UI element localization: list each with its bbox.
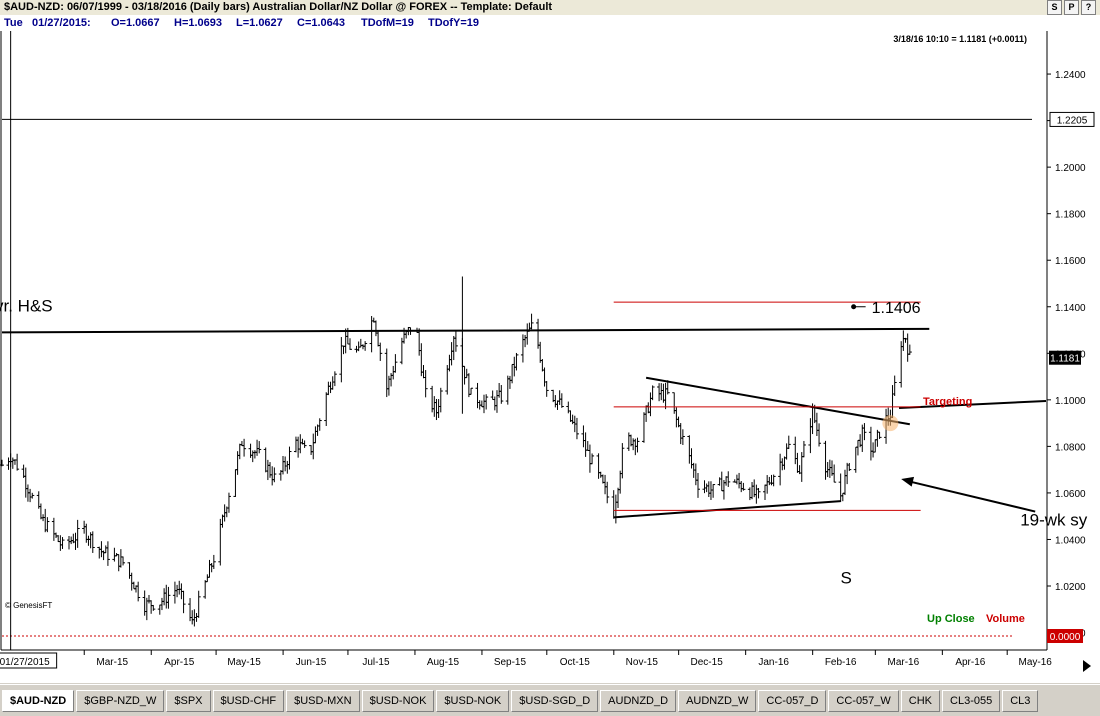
symbol-tabs: $AUD-NZD $GBP-NZD_W $SPX $USD-CHF $USD-MXN $U… [0, 684, 1100, 716]
time-tick-label: Dec-15 [691, 657, 724, 668]
titlebar-buttons: S P ? [1047, 0, 1096, 15]
crosshair-date-text: 01/27/2015 [0, 657, 50, 668]
symbol-tab[interactable]: AUDNZD_W [678, 689, 757, 712]
info-tdofy: TDofY=19 [428, 17, 480, 29]
symbol-tab[interactable]: $AUD-NZD [2, 689, 75, 712]
time-tick-label: Jul-15 [362, 657, 390, 668]
wedge-lower-line[interactable] [613, 500, 841, 519]
chart-area[interactable]: 1.1406 Targeting vr. H&S 19-wk sy S 3/18… [0, 31, 1100, 683]
arrow-head-icon [901, 476, 915, 487]
current-price-tag: 1.1181 [1049, 350, 1081, 365]
symbol-tab[interactable]: CL3-055 [942, 689, 1001, 712]
symbol-tab[interactable]: CC-057_D [758, 689, 827, 712]
price-tick-label: 1.0400 [1055, 535, 1086, 546]
symbol-tab[interactable]: CHK [900, 689, 941, 712]
crosshair-price-tag: 1.2205 [1049, 111, 1095, 127]
current-price-text: 1.1181 [1050, 354, 1080, 365]
time-tick-label: May-15 [227, 657, 261, 668]
time-tick-label: Apr-16 [955, 657, 985, 668]
crosshair-price-text: 1.2205 [1057, 115, 1088, 126]
legend-volume: Volume [986, 613, 1025, 625]
price-tick-label: 1.0600 [1055, 489, 1086, 500]
price-tick-label: 1.1400 [1055, 303, 1086, 314]
breakout-highlight [882, 415, 899, 432]
symbol-tab[interactable]: $USD-MXN [286, 689, 360, 712]
info-low: L=1.0627 [236, 17, 283, 29]
info-day: Tue [4, 17, 23, 29]
info-date: 01/27/2015: [32, 17, 91, 29]
bar-info-line: Tue 01/27/2015: O=1.0667 H=1.0693 L=1.06… [0, 15, 1100, 31]
s-button[interactable]: S [1047, 0, 1062, 15]
symbol-tab[interactable]: $USD-CHF [212, 689, 285, 712]
symbol-tab[interactable]: $USD-NOK [361, 689, 435, 712]
credit: © GenesisFT [5, 601, 52, 610]
symbol-tab[interactable]: AUDNZD_D [600, 689, 677, 712]
breakout-line[interactable] [898, 400, 1047, 409]
hs-label: vr. H&S [0, 296, 53, 315]
last-quote: 3/18/16 10:10 = 1.1181 (+0.0011) [893, 34, 1027, 44]
time-axis: 01/27/2015 Mar-15 Apr-15 May-15 Jun-15 Jul-15… [0, 650, 1053, 669]
price-chart[interactable]: 1.1406 Targeting vr. H&S 19-wk sy S 3/18… [0, 31, 1100, 683]
help-button[interactable]: ? [1081, 0, 1096, 15]
window-titlebar: $AUD-NZD: 06/07/1999 - 03/18/2016 (Daily… [0, 0, 1100, 16]
time-tick-label: Sep-15 [494, 657, 527, 668]
time-tick-label: Jan-16 [758, 657, 789, 668]
annotation-arrow[interactable] [906, 479, 1036, 513]
targeting-label: Targeting [923, 396, 972, 408]
time-tick-label: Apr-15 [164, 657, 194, 668]
price-tick-label: 1.2400 [1055, 70, 1086, 81]
symbol-tab[interactable]: $SPX [166, 689, 211, 712]
time-tick-label: Nov-15 [626, 657, 659, 668]
target-price-label: 1.1406 [872, 300, 921, 317]
info-tdofm: TDofM=19 [361, 17, 414, 29]
wedge-upper-line[interactable] [645, 376, 910, 426]
price-tick-label: 1.1000 [1055, 396, 1086, 407]
time-tick-label: Jun-15 [296, 657, 327, 668]
s-label: S [841, 569, 852, 588]
time-tick-label: Feb-16 [825, 657, 857, 668]
info-high: H=1.0693 [174, 17, 223, 29]
time-tick-label: Aug-15 [427, 657, 460, 668]
price-tick-label: 1.2000 [1055, 163, 1086, 174]
time-tick-label: Oct-15 [560, 657, 590, 668]
symbol-tab[interactable]: CL3 [1002, 689, 1039, 712]
neckline[interactable] [1, 327, 930, 334]
time-tick-label: May-16 [1019, 657, 1053, 668]
price-tick-label: 1.0800 [1055, 442, 1086, 453]
symbol-tab[interactable]: $USD-NOK [436, 689, 510, 712]
info-close: C=1.0643 [297, 17, 346, 29]
window-title: $AUD-NZD: 06/07/1999 - 03/18/2016 (Daily… [4, 1, 553, 13]
legend-up-close: Up Close [927, 613, 975, 625]
info-open: O=1.0667 [111, 17, 160, 29]
wk-label: 19-wk sy [1020, 511, 1088, 530]
scroll-right-icon[interactable] [1083, 660, 1091, 672]
price-tick-label: 1.1600 [1055, 256, 1086, 267]
p-button[interactable]: P [1064, 0, 1079, 15]
zero-price-text: 0.0000 [1050, 632, 1081, 643]
time-tick-label: Mar-16 [887, 657, 919, 668]
symbol-tab[interactable]: $USD-SGD_D [511, 689, 599, 712]
price-tick-label: 1.0200 [1055, 582, 1086, 593]
symbol-tab[interactable]: CC-057_W [828, 689, 899, 712]
time-tick-label: Mar-15 [96, 657, 128, 668]
price-tick-label: 1.1800 [1055, 210, 1086, 221]
zero-price-tag: 0.0000 [1047, 629, 1083, 643]
symbol-tab[interactable]: $GBP-NZD_W [76, 689, 165, 712]
